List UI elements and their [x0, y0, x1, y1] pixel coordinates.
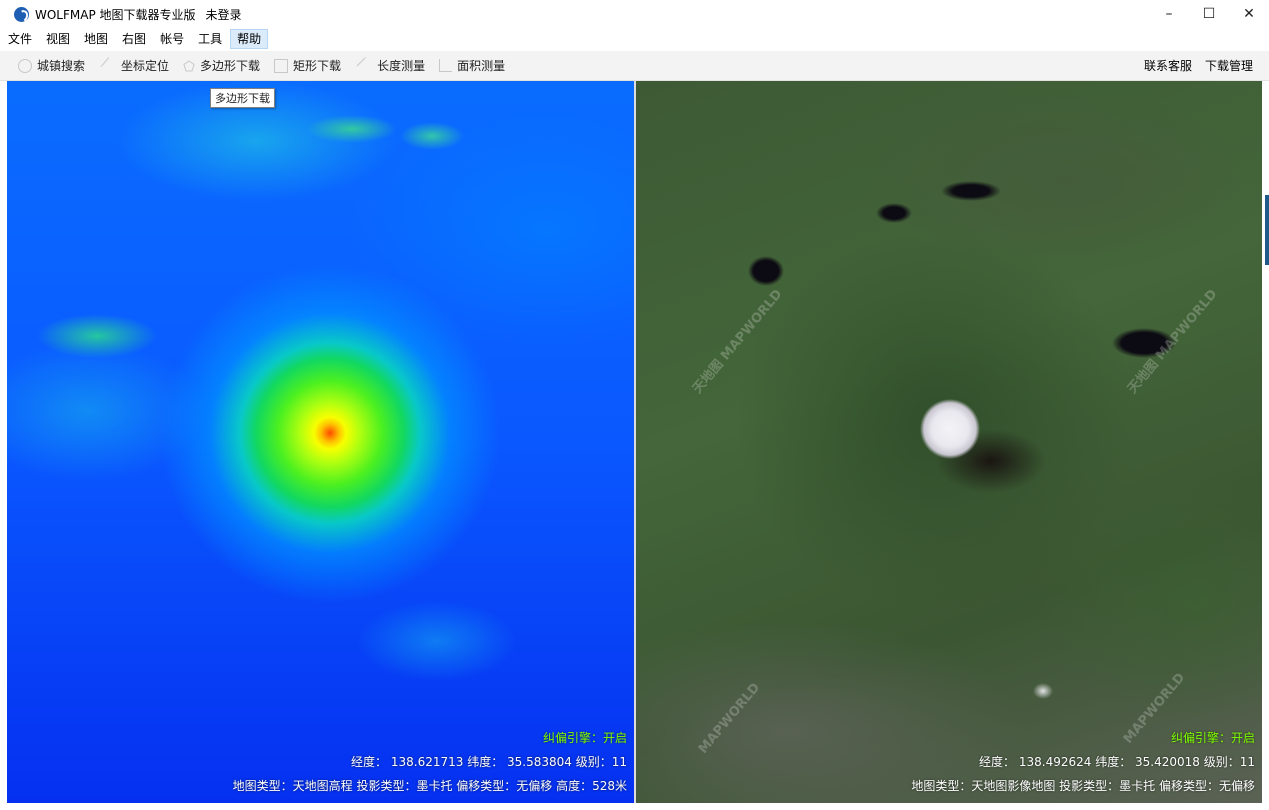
area-measure-label: 面积测量 — [457, 59, 506, 73]
toolbar: 城镇搜索 坐标定位 多边形下载 矩形下载 长度测量 面积测量 联系客服 下载管理 — [0, 51, 1269, 81]
right-correction-engine-status: 纠偏引擎：开启 — [1170, 731, 1255, 745]
coordinate-locate-label: 坐标定位 — [121, 59, 170, 73]
login-status[interactable]: 未登录 — [206, 6, 242, 23]
coordinate-locate-button[interactable]: 坐标定位 — [99, 56, 170, 75]
frame-left — [0, 81, 7, 803]
map-watermark: MAPWORLD — [695, 680, 764, 757]
toolbar-tooltip: 多边形下载 — [210, 88, 275, 108]
town-search-label: 城镇搜索 — [37, 59, 86, 73]
menu-help[interactable]: 帮助 — [230, 29, 269, 49]
menu-account[interactable]: 帐号 — [154, 29, 190, 49]
polygon-download-button[interactable]: 多边形下载 — [183, 57, 260, 74]
area-measure-button[interactable]: 面积测量 — [439, 57, 505, 74]
left-coordinates-readout: 经度： 138.621713 纬度： 35.583804 级别：11 — [351, 755, 627, 769]
polygon-download-label: 多边形下载 — [200, 59, 261, 73]
desktop-background-edge — [1265, 195, 1269, 265]
menu-right-map[interactable]: 右图 — [116, 29, 152, 49]
map-watermark: 天地图 MAPWORLD — [1125, 286, 1221, 397]
left-map-info: 地图类型：天地图高程 投影类型：墨卡托 偏移类型：无偏移 高度：528米 — [232, 779, 627, 793]
window-title: WOLFMAP 地图下载器专业版 — [35, 7, 196, 22]
maximize-button[interactable]: ☐ — [1189, 0, 1229, 28]
toolbar-right: 联系客服 下载管理 — [1131, 51, 1253, 80]
pin-icon — [100, 56, 119, 75]
length-measure-label: 长度测量 — [377, 59, 426, 73]
rectangle-download-label: 矩形下载 — [293, 59, 342, 73]
elevation-map-pane[interactable]: 纠偏引擎：开启 经度： 138.621713 纬度： 35.583804 级别：… — [7, 81, 634, 803]
menu-file[interactable]: 文件 — [2, 29, 38, 49]
rectangle-download-button[interactable]: 矩形下载 — [274, 57, 341, 74]
window-controls: – ☐ ✕ — [1149, 0, 1269, 28]
app-logo-icon — [14, 6, 29, 22]
ruler-icon — [356, 56, 375, 75]
town-search-button[interactable]: 城镇搜索 — [18, 57, 85, 74]
polygon-icon — [183, 59, 195, 71]
menu-view[interactable]: 视图 — [40, 29, 76, 49]
menu-tools[interactable]: 工具 — [192, 29, 228, 49]
rectangle-icon — [274, 58, 289, 73]
close-button[interactable]: ✕ — [1229, 0, 1269, 28]
search-icon — [18, 58, 32, 73]
download-manager-button[interactable]: 下载管理 — [1205, 57, 1253, 74]
map-watermark: 天地图 MAPWORLD — [690, 286, 786, 397]
frame-right — [1262, 81, 1269, 803]
contact-support-button[interactable]: 联系客服 — [1144, 57, 1192, 74]
length-measure-button[interactable]: 长度测量 — [355, 56, 426, 75]
minimize-button[interactable]: – — [1149, 0, 1189, 28]
satellite-map-pane[interactable]: 天地图 MAPWORLD 天地图 MAPWORLD MAPWORLD MAPWO… — [636, 81, 1262, 803]
menu-map[interactable]: 地图 — [78, 29, 114, 49]
left-correction-engine-status: 纠偏引擎：开启 — [542, 731, 627, 745]
right-coordinates-readout: 经度： 138.492624 纬度： 35.420018 级别：11 — [979, 755, 1255, 769]
title-bar: WOLFMAP 地图下载器专业版 未登录 – ☐ ✕ — [0, 0, 1269, 28]
app-window: WOLFMAP 地图下载器专业版 未登录 – ☐ ✕ 文件 视图 地图 右图 帐… — [0, 0, 1269, 810]
right-map-info: 地图类型：天地图影像地图 投影类型：墨卡托 偏移类型：无偏移 — [911, 779, 1255, 793]
frame-bottom — [0, 803, 1269, 810]
menu-bar: 文件 视图 地图 右图 帐号 工具 帮助 — [0, 28, 1269, 50]
area-icon — [439, 59, 453, 72]
